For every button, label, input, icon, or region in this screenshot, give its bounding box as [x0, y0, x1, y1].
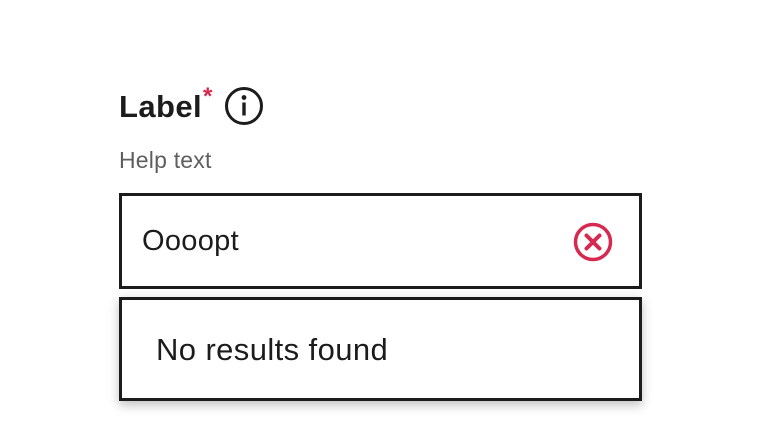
help-text: Help text: [119, 147, 212, 173]
clear-button[interactable]: [573, 222, 613, 262]
search-input[interactable]: [142, 218, 562, 264]
close-circle-icon: [573, 222, 613, 262]
info-icon[interactable]: [224, 86, 264, 126]
combobox-field: Label * Help text No results found: [119, 83, 642, 401]
field-label: Label: [119, 88, 202, 124]
required-marker: *: [202, 83, 213, 110]
results-dropdown: No results found: [119, 297, 642, 401]
no-results-message: No results found: [156, 332, 389, 367]
search-input-container: [119, 193, 642, 289]
label-row: Label *: [119, 83, 642, 128]
